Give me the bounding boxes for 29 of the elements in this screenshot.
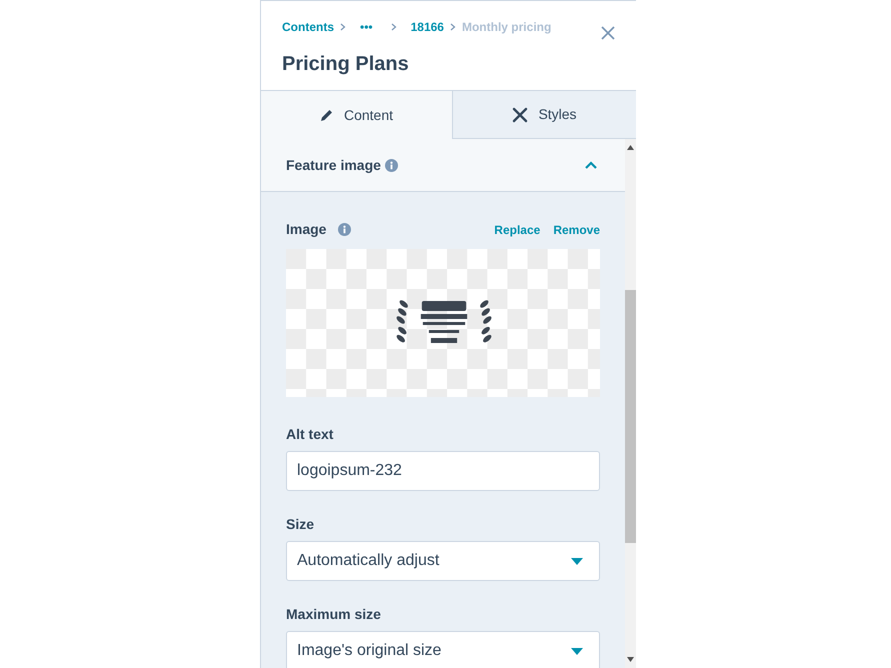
scroll-down-icon[interactable] xyxy=(627,657,634,662)
caret-icon xyxy=(571,558,583,564)
caret-icon xyxy=(571,648,583,654)
tab[interactable]: Styles xyxy=(452,91,636,139)
alt-text-field[interactable]: logoipsum-232 xyxy=(286,451,600,491)
chevron-up-icon xyxy=(585,161,597,169)
field-label: Maximum size xyxy=(286,605,382,623)
breadcrumb-current: Monthly pricing xyxy=(462,19,552,36)
chevron-right-icon xyxy=(340,23,346,31)
field-label: Size xyxy=(286,515,316,533)
field-label: Alt text xyxy=(286,425,334,443)
pencil-icon xyxy=(320,108,334,122)
breadcrumb-link[interactable]: Contents xyxy=(282,18,334,36)
select-dropdown[interactable]: Image's original size xyxy=(286,631,600,668)
field-label: Image xyxy=(286,220,326,239)
chevron-right-icon xyxy=(390,23,397,31)
scroll-up-icon[interactable] xyxy=(627,145,634,150)
breadcrumb-link[interactable]: ••• xyxy=(360,18,373,36)
section-header[interactable]: Feature image xyxy=(261,139,625,192)
breadcrumb-link[interactable]: 18166 xyxy=(410,18,444,36)
info-icon[interactable] xyxy=(384,158,398,172)
select-dropdown[interactable]: Automatically adjust xyxy=(286,541,600,581)
info-icon[interactable] xyxy=(338,223,352,236)
scrollbar[interactable] xyxy=(625,139,636,668)
chevron-right-icon xyxy=(450,23,456,31)
tab[interactable]: Content xyxy=(261,91,452,139)
close-button[interactable] xyxy=(599,24,617,42)
close-icon xyxy=(601,26,615,40)
panel-title: Pricing Plans xyxy=(282,52,410,76)
